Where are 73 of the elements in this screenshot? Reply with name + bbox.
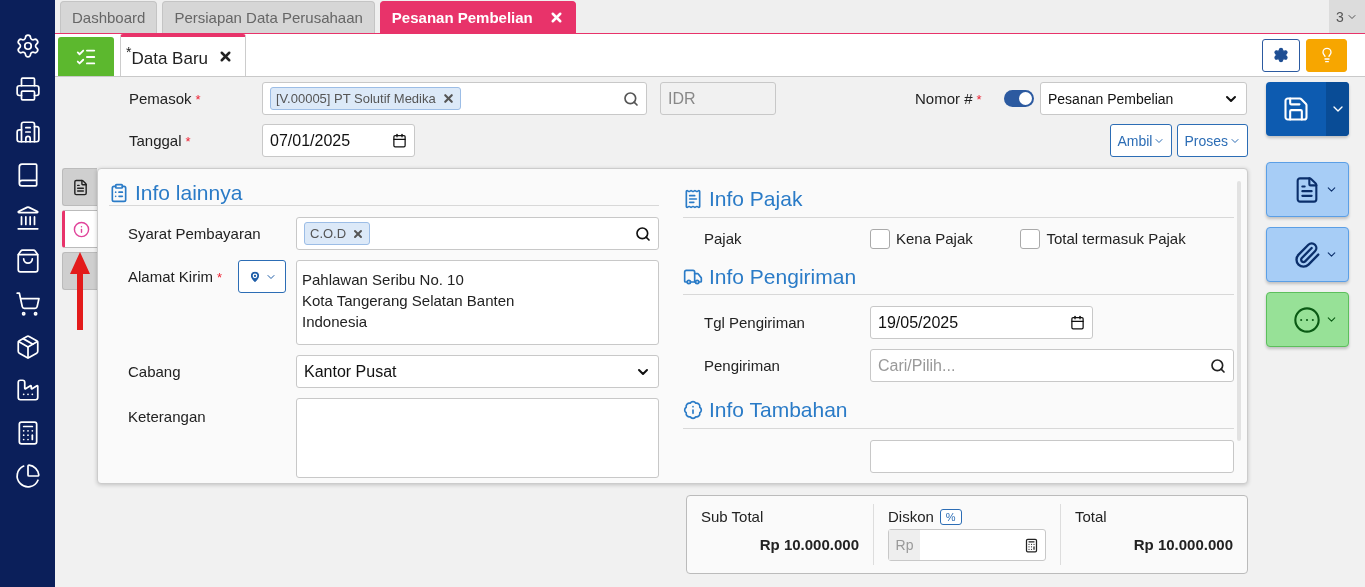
branch-select[interactable]: Kantor Pusat [296,355,659,388]
dropdown-button[interactable]: Ambil [1110,124,1173,157]
map-pin-icon [247,269,262,284]
address-field[interactable]: Pahlawan Seribu No. 10 Kota Tangerang Selatan Banten Indonesia [296,260,659,345]
tab[interactable]: Dashboard [60,1,158,33]
document-icon [71,178,89,196]
search-icon[interactable] [623,90,639,107]
address-line: Indonesia [302,312,369,332]
date-field[interactable]: 07/01/2025 [262,124,415,157]
date-field[interactable]: 19/05/2025 [870,306,1093,340]
section-title: Info Pengiriman [709,264,857,289]
info-badge-icon [683,400,703,421]
payment-terms-field[interactable]: C.O.D [296,217,659,250]
calendar-icon[interactable] [392,133,407,148]
document-button[interactable] [1266,162,1349,217]
address-line: Kota Tangerang Selatan Banten [302,291,516,311]
calculator-icon[interactable] [1024,537,1039,553]
calendar-icon[interactable] [1070,315,1085,331]
location-button[interactable] [238,260,286,293]
address-line: Pahlawan Seribu No. 10 [302,270,465,290]
summary-label: Diskon [888,508,934,525]
section-title: Info Tambahan [709,398,848,423]
close-icon[interactable] [218,49,233,64]
tab[interactable]: Pesanan Pembelian [379,1,576,33]
ellipsis-icon [1293,305,1321,334]
section-title: Info Pajak [709,186,803,211]
settings-button[interactable] [1262,38,1300,72]
checkbox-label: Total termasuk Pajak [1046,230,1186,248]
more-button[interactable] [1266,292,1349,347]
tab-count-button[interactable]: 3 [1329,0,1365,33]
currency-field: IDR [660,82,776,115]
save-button[interactable] [1266,82,1349,136]
field-label: Tanggal * [129,132,192,149]
clipboard-icon [109,183,129,203]
field-label: Keterangan [128,407,207,425]
field-label: Syarat Pembayaran [128,225,262,242]
receipt-icon [683,188,703,209]
field-label: Pengiriman [704,357,781,375]
subtotal-value: Rp 10.000.000 [759,536,859,553]
checkbox-label: Kena Pajak [896,230,973,248]
document-tab[interactable]: $^{*}$Data Baru [120,34,246,76]
field-label: Pajak [704,230,743,248]
checkbox[interactable] [1020,228,1041,249]
currency-prefix: Rp [889,530,920,560]
field-label: Cabang [128,363,182,380]
attachment-button[interactable] [1266,227,1349,282]
dropdown-button[interactable]: Proses [1177,124,1248,157]
field-label: Pemasok * [129,90,202,107]
notes-field[interactable] [296,398,659,478]
total-value: Rp 10.000.000 [1133,536,1233,553]
summary-label: Total [1075,508,1108,525]
side-tab[interactable] [62,168,97,206]
field-label: Alamat Kirim * [128,267,224,285]
remove-icon[interactable] [352,227,365,240]
tag-chip[interactable]: [V.00005] PT Solutif Medika [270,87,461,110]
tag-chip[interactable]: C.O.D [304,222,371,245]
remove-icon[interactable] [441,92,455,105]
info-icon [72,220,90,238]
number-select[interactable]: Pesanan Pembelian [1040,82,1247,115]
search-icon[interactable] [635,225,651,242]
search-icon[interactable] [1210,357,1226,374]
summary-label: Sub Total [701,508,765,525]
settings-icon [1273,47,1289,63]
section-title: Info lainnya [135,181,243,205]
supplier-field[interactable]: [V.00005] PT Solutif Medika [262,82,647,115]
toggle-switch[interactable] [1004,90,1034,107]
input-field[interactable] [870,440,1234,473]
percent-button[interactable]: % [939,508,962,525]
tab[interactable]: Persiapan Data Perusahaan [162,1,375,33]
paperclip-icon [1293,240,1321,269]
checkbox[interactable] [870,228,890,249]
field-label: Tgl Pengiriman [704,314,806,332]
field-label: Nomor # * [915,90,983,107]
